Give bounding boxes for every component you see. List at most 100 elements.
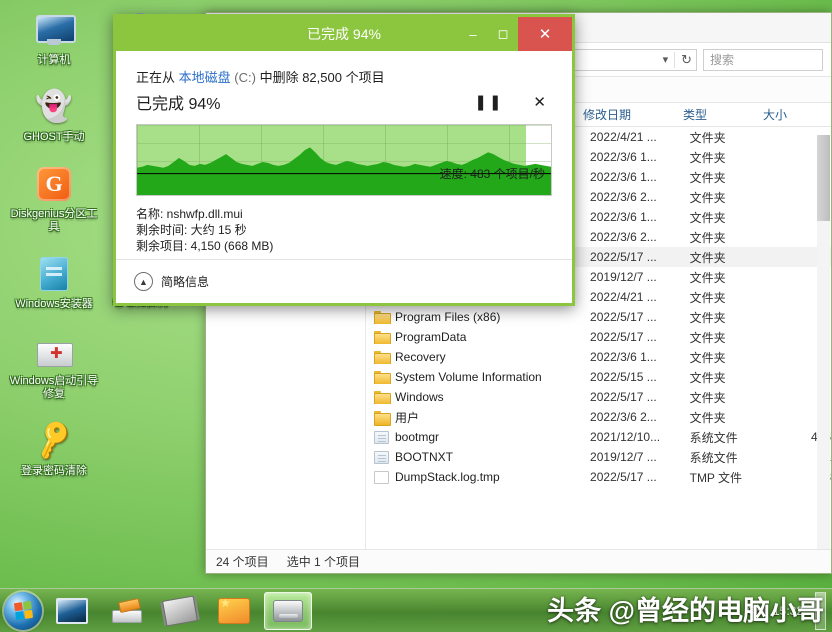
cell-type: 文件夹 xyxy=(690,309,770,326)
cell-type: 文件夹 xyxy=(690,249,770,266)
column-header-size[interactable]: 大小 xyxy=(763,106,825,123)
desktop-icon-label: Windows安装器 xyxy=(15,298,93,311)
column-header-date[interactable]: 修改日期 xyxy=(583,106,683,123)
desktop-icon-computer[interactable]: 计算机 xyxy=(6,8,102,67)
explorer-status-bar: 24 个项目 选中 1 个项目 xyxy=(206,549,831,573)
cell-date: 2022/3/6 2... xyxy=(590,190,690,204)
close-icon[interactable]: ✕ xyxy=(518,17,572,51)
desktop-icon-ghost[interactable]: 👻 GHOST手动 xyxy=(6,85,102,144)
memory-chip-icon xyxy=(162,595,198,626)
cell-type: 文件夹 xyxy=(690,169,770,186)
clock[interactable]: 15:32 xyxy=(773,604,803,618)
clock-time: 15:32 xyxy=(773,604,803,618)
cell-date: 2022/3/6 1... xyxy=(590,170,690,184)
table-row[interactable]: bootmgr2021/12/10...系统文件406 xyxy=(366,427,831,447)
dialog-title-bar[interactable]: 已完成 94% – ◻ ✕ xyxy=(116,17,572,51)
column-header-type[interactable]: 类型 xyxy=(683,106,763,123)
cell-date: 2022/5/17 ... xyxy=(590,250,690,264)
system-file-icon xyxy=(374,451,389,464)
cell-type: 文件夹 xyxy=(690,329,770,346)
cell-date: 2022/5/17 ... xyxy=(590,470,690,484)
desktop-icon-diskgenius[interactable]: G Diskgenius分区工具 xyxy=(6,162,102,234)
desktop-icon-label: Diskgenius分区工具 xyxy=(8,208,100,234)
desktop-icon-password-clear[interactable]: 🔑 登录密码清除 xyxy=(6,419,102,478)
show-desktop-button[interactable] xyxy=(815,592,826,630)
desktop-icon-label: Windows启动引导修复 xyxy=(8,375,100,401)
cell-date: 2022/5/15 ... xyxy=(590,370,690,384)
folder-icon xyxy=(374,351,389,364)
taskbar-button-disk-explorer[interactable] xyxy=(264,592,312,630)
cell-date: 2019/12/7 ... xyxy=(590,450,690,464)
taskbar-button-screen-tool[interactable] xyxy=(48,592,96,630)
table-row[interactable]: Recovery2022/3/6 1...文件夹 xyxy=(366,347,831,367)
cell-type: 文件夹 xyxy=(690,389,770,406)
file-name-label: Recovery xyxy=(395,350,446,364)
refresh-icon[interactable]: ↻ xyxy=(674,52,692,68)
search-input[interactable]: 搜索 xyxy=(703,49,823,71)
folder-icon xyxy=(374,391,389,404)
ime-indicator[interactable]: CH xyxy=(747,605,765,617)
cell-date: 2019/12/7 ... xyxy=(590,270,690,284)
window-controls: – ◻ ✕ xyxy=(458,17,572,51)
cell-type: TMP 文件 xyxy=(690,469,770,486)
scrollbar-thumb[interactable] xyxy=(817,135,830,221)
cell-date: 2022/5/17 ... xyxy=(590,330,690,344)
file-name-label: BOOTNXT xyxy=(395,450,453,464)
transfer-details: 名称: nshwfp.dll.mui 剩余时间: 大约 15 秒 剩余项目: 4… xyxy=(136,206,552,254)
dialog-footer[interactable]: ▲ 简略信息 xyxy=(116,259,572,303)
maximize-icon[interactable]: ◻ xyxy=(488,17,518,51)
taskbar[interactable]: CH 15:32 xyxy=(0,588,832,632)
cancel-icon[interactable]: ✕ xyxy=(533,93,546,111)
file-name-label: Windows xyxy=(395,390,444,404)
dialog-body: 正在从 本地磁盘 (C:) 中删除 82,500 个项目 已完成 94% ❚❚ … xyxy=(116,51,572,259)
windows-logo-icon xyxy=(13,601,32,620)
search-placeholder: 搜索 xyxy=(710,51,734,68)
vertical-scrollbar[interactable] xyxy=(817,135,830,549)
start-button[interactable] xyxy=(4,592,42,630)
cell-type: 文件夹 xyxy=(690,149,770,166)
taskbar-button-paint-tool[interactable] xyxy=(210,592,258,630)
table-row[interactable]: Windows 2022/5/17 ...文件夹 xyxy=(366,387,831,407)
less-details-label[interactable]: 简略信息 xyxy=(161,273,209,290)
cell-name: Recovery xyxy=(366,350,590,364)
percent-text: 已完成 94% xyxy=(136,90,220,114)
cell-type: 文件夹 xyxy=(690,129,770,146)
pause-icon[interactable]: ❚❚ xyxy=(474,93,503,111)
file-name-label: Program Files (x86) xyxy=(395,310,500,324)
minimize-icon[interactable]: – xyxy=(458,17,488,51)
folder-icon xyxy=(374,311,389,324)
chevron-down-icon[interactable]: ▾ xyxy=(663,53,669,66)
cell-date: 2022/3/6 1... xyxy=(590,350,690,364)
source-drive-link[interactable]: 本地磁盘 xyxy=(179,70,231,85)
progress-actions: ❚❚ ✕ xyxy=(474,93,552,111)
desktop-icon-windows-installer[interactable]: Windows安装器 xyxy=(6,252,102,311)
screen-tool-icon xyxy=(56,598,88,624)
desktop-icon-label: 登录密码清除 xyxy=(21,465,87,478)
table-row[interactable]: System Volume Information2022/5/15 ...文件… xyxy=(366,367,831,387)
table-row[interactable]: BOOTNXT2019/12/7 ...系统文件1 xyxy=(366,447,831,467)
diskgenius-icon: G xyxy=(32,162,76,206)
desktop-icon-boot-repair[interactable]: Windows启动引导修复 xyxy=(6,329,102,401)
source-prefix: 正在从 xyxy=(136,70,175,85)
cell-name: bootmgr xyxy=(366,430,590,444)
cell-name: ProgramData xyxy=(366,330,590,344)
cell-date: 2022/3/6 2... xyxy=(590,230,690,244)
taskbar-button-brush-tool[interactable] xyxy=(102,592,150,630)
cell-type: 文件夹 xyxy=(690,229,770,246)
folder-icon xyxy=(374,371,389,384)
table-row[interactable]: Program Files (x86)2022/5/17 ...文件夹 xyxy=(366,307,831,327)
cell-name: BOOTNXT xyxy=(366,450,590,464)
desktop-icon-label: 计算机 xyxy=(38,54,71,67)
delete-progress-dialog[interactable]: 已完成 94% – ◻ ✕ 正在从 本地磁盘 (C:) 中删除 82,500 个… xyxy=(113,14,575,306)
cell-name: 用户 xyxy=(366,409,590,426)
cell-date: 2022/5/17 ... xyxy=(590,390,690,404)
taskbar-button-memory-tool[interactable] xyxy=(156,592,204,630)
file-name-label: 用户 xyxy=(395,409,419,426)
table-row[interactable]: ProgramData2022/5/17 ...文件夹 xyxy=(366,327,831,347)
table-row[interactable]: 用户2022/3/6 2...文件夹 xyxy=(366,407,831,427)
cell-type: 文件夹 xyxy=(690,369,770,386)
chevron-up-icon[interactable]: ▲ xyxy=(134,272,153,291)
table-row[interactable]: DumpStack.log.tmp2022/5/17 ...TMP 文件8 xyxy=(366,467,831,487)
desktop-background[interactable]: 计算机 👻 GHOST手动 G Diskgenius分区工具 Windows安装… xyxy=(0,0,832,632)
file-name-label: bootmgr xyxy=(395,430,439,444)
